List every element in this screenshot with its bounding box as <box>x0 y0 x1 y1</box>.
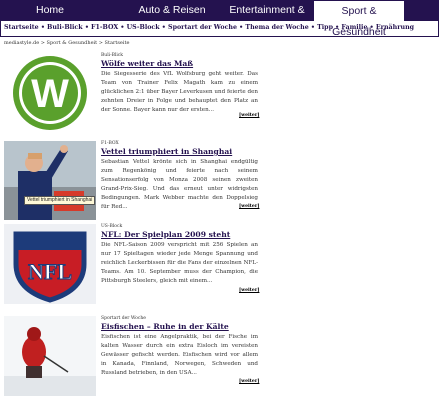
article-3: US-Block NFL: Der Spielplan 2009 steht D… <box>101 224 258 286</box>
article-teaser: Eisfischen ist eine Angelpraktik, bei de… <box>101 334 258 376</box>
tab-entertainment-style[interactable]: Entertainment & Style <box>221 0 313 37</box>
read-more-link[interactable]: [weiter] <box>239 204 259 209</box>
article-2: F1-BOX Vettel triumphiert in Shanghai Se… <box>101 141 258 211</box>
wolfsburg-logo-image[interactable]: W <box>4 53 96 132</box>
vettel-photo-image[interactable] <box>4 141 96 220</box>
breadcrumb: mediastyle.de > Sport & Gesundheit > Sta… <box>4 40 130 46</box>
read-more-link[interactable]: [weiter] <box>239 288 259 293</box>
ice-fishing-photo-image[interactable] <box>4 316 96 396</box>
read-more-link[interactable]: [weiter] <box>239 379 259 384</box>
image-tooltip: Vettel triumphiert in Shanghai <box>24 196 96 205</box>
article-title-link[interactable]: NFL: Der Spielplan 2009 steht <box>101 230 258 239</box>
article-teaser: Die Siegesserie des VfL Wolfsburg geht w… <box>101 71 258 113</box>
top-navigation: Home Auto & Reisen Entertainment & Style… <box>0 0 439 38</box>
tab-auto-reisen[interactable]: Auto & Reisen <box>120 0 224 21</box>
article-teaser: Die NFL-Saison 2009 verspricht mit 256 S… <box>101 242 258 284</box>
article-4: Sportart der Woche Eisfischen – Ruhe in … <box>101 316 258 378</box>
article-title-link[interactable]: Wölfe weiter das Maß <box>101 59 258 68</box>
nfl-logo-image[interactable]: NFL <box>4 224 96 304</box>
article-teaser: Sebastian Vettel krönte sich in Shanghai… <box>101 159 258 210</box>
subnav-links[interactable]: Startseite • Buli-Blick • F1-BOX • US-Bl… <box>4 24 414 31</box>
sub-navigation: Startseite • Buli-Blick • F1-BOX • US-Bl… <box>0 21 439 37</box>
tab-sport-gesundheit[interactable]: Sport & Gesundheit <box>313 0 405 38</box>
tab-home[interactable]: Home <box>0 0 100 21</box>
article-title-link[interactable]: Vettel triumphiert in Shanghai <box>101 147 258 156</box>
article-title-link[interactable]: Eisfischen – Ruhe in der Kälte <box>101 322 258 331</box>
article-1: Buli-Blick Wölfe weiter das Maß Die Sieg… <box>101 53 258 115</box>
read-more-link[interactable]: [weiter] <box>239 113 259 118</box>
svg-text:NFL: NFL <box>28 259 72 284</box>
logo-letter: W <box>31 72 69 116</box>
